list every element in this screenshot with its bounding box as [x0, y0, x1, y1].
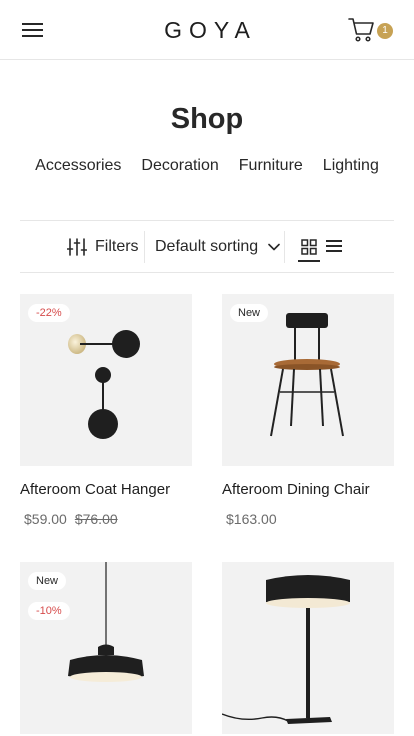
grid-view-button[interactable] [298, 233, 320, 263]
cart-button[interactable]: 1 [348, 17, 394, 43]
sale-price: $59.00 [24, 511, 67, 527]
category-nav: Accessories Decoration Furniture Lightin… [0, 157, 414, 175]
floor-lamp-image [222, 575, 350, 724]
product-image-pendant-lamp[interactable]: New -10% [20, 562, 192, 734]
active-view-indicator [298, 260, 320, 262]
grid-icon [301, 239, 317, 255]
cart-count-badge: 1 [377, 23, 393, 39]
category-link-lighting[interactable]: Lighting [323, 157, 379, 175]
sorting-label: Default sorting [155, 238, 259, 255]
sliders-icon [67, 238, 87, 256]
category-link-decoration[interactable]: Decoration [141, 157, 218, 175]
discount-badge: -22% [28, 304, 70, 322]
chevron-down-icon [268, 243, 280, 251]
product-image-floor-lamp[interactable] [222, 562, 394, 734]
new-badge: New [28, 572, 67, 590]
product-name[interactable]: Afteroom Dining Chair [222, 481, 370, 498]
toolbar-divider [144, 231, 145, 263]
shopping-cart-icon [348, 18, 374, 42]
category-link-furniture[interactable]: Furniture [239, 157, 303, 175]
list-view-button[interactable] [326, 239, 344, 253]
product-price: $59.00 $76.00 [24, 511, 118, 527]
original-price: $76.00 [74, 511, 118, 527]
new-badge: New [230, 304, 269, 322]
filters-button[interactable]: Filters [67, 236, 139, 258]
toolbar-divider [284, 231, 285, 263]
product-image-coat-hanger[interactable]: -22% [20, 294, 192, 466]
regular-price: $163.00 [226, 511, 277, 527]
product-name[interactable]: Afteroom Coat Hanger [20, 481, 170, 498]
sorting-select[interactable]: Default sorting [155, 236, 280, 258]
page-title: Shop [170, 103, 244, 135]
filters-label: Filters [95, 238, 139, 255]
product-price: $163.00 [226, 511, 277, 527]
category-link-accessories[interactable]: Accessories [35, 157, 121, 175]
site-header: GOYA 1 [0, 0, 414, 60]
shop-toolbar: Filters Default sorting [20, 220, 394, 273]
product-image-dining-chair[interactable]: New [222, 294, 394, 466]
discount-badge: -10% [28, 602, 70, 620]
